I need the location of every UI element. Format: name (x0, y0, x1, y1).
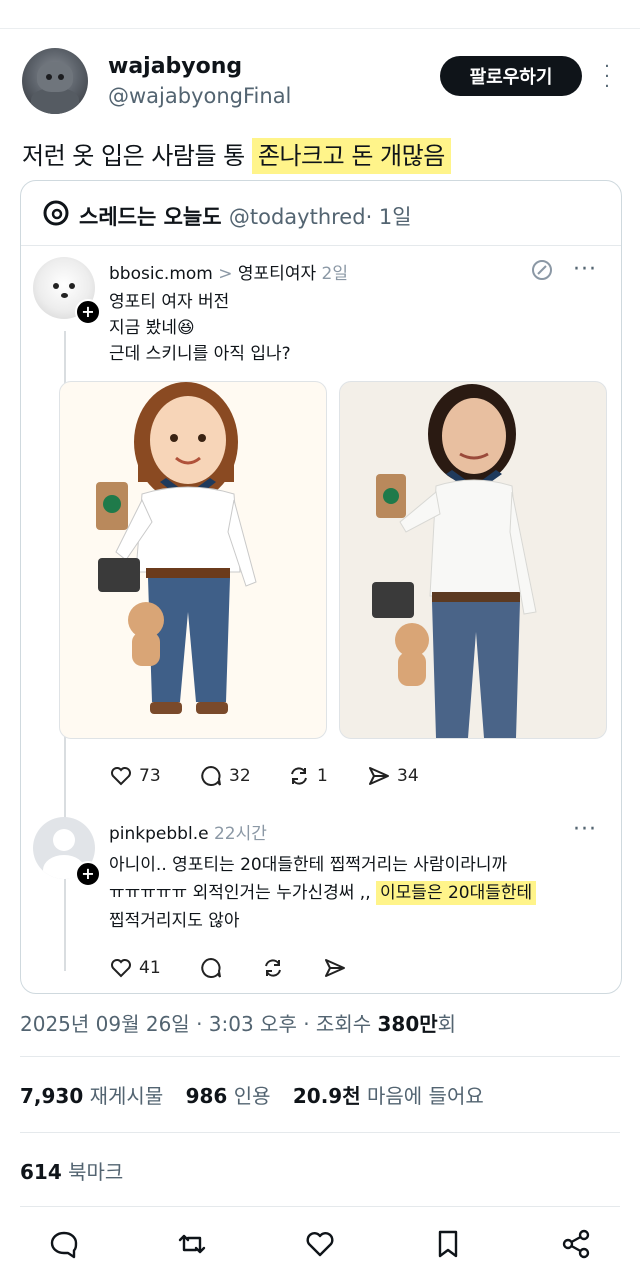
post2-line1: 아니이.. 영포티는 20대들한테 찝쩍거리는 사람이라니까 (109, 855, 508, 875)
quoted-post[interactable]: 스레드는 오늘도 @todaythred· 1일 + bbosic.mom > … (20, 180, 622, 994)
post1-time: 2일 (321, 264, 348, 284)
post1-image-photo[interactable] (339, 381, 607, 739)
post1-like-button[interactable]: 73 (109, 763, 161, 789)
follow-button[interactable]: 팔로우하기 (440, 56, 582, 96)
bookmarks-stat[interactable]: 614 북마크 (20, 1156, 123, 1185)
retweet-icon[interactable] (176, 1228, 208, 1260)
divider (20, 1132, 620, 1133)
post1-topic[interactable]: 영포티여자 (238, 264, 316, 284)
quoted-source: 스레드는 오늘도 @todaythred· 1일 (79, 201, 412, 231)
repost-icon (265, 959, 281, 977)
send-icon (325, 959, 345, 977)
repost-icon (291, 767, 307, 785)
quoted-header: 스레드는 오늘도 @todaythred· 1일 (21, 181, 621, 246)
divider (20, 1056, 620, 1057)
post1-share-button[interactable]: 34 (367, 763, 419, 789)
avatar-eye (58, 74, 64, 80)
quoted-source-time: · 1일 (365, 205, 412, 229)
bookmark-icon[interactable] (432, 1228, 464, 1260)
post2-username[interactable]: pinkpebbl.e (109, 824, 209, 844)
tweet-text: 저런 옷 입은 사람들 통 존나크고 돈 개많음 (22, 136, 451, 174)
post2-repost-button[interactable] (261, 955, 291, 981)
top-bar (0, 0, 640, 29)
post1-more-icon[interactable]: ··· (573, 257, 597, 282)
likes-stat[interactable]: 20.9천 마음에 들어요 (293, 1084, 484, 1108)
quotes-stat[interactable]: 986 인용 (186, 1084, 271, 1108)
like-heart-icon[interactable] (304, 1228, 336, 1260)
post1-line: 지금 봤네😆 (109, 318, 195, 338)
heart-icon (111, 767, 131, 786)
quoted-source-handle: @todaythred (228, 205, 366, 229)
post2-line2-plain: ㅠㅠㅠㅠㅠ 외적인거는 누가신경써 ,, (109, 883, 377, 903)
illustration-woman-art (96, 382, 257, 714)
post2-text: 아니이.. 영포티는 20대들한테 찝쩍거리는 사람이라니까 ㅠㅠㅠㅠㅠ 외적인… (109, 851, 537, 935)
dog-eye (69, 283, 75, 289)
post2-like-button[interactable]: 41 (109, 955, 161, 981)
post1-share-count: 34 (397, 766, 419, 786)
tweet-text-plain: 저런 옷 입은 사람들 통 (22, 142, 252, 170)
author-handle[interactable]: @wajabyongFinal (108, 84, 291, 108)
quoted-source-name: 스레드는 오늘도 (79, 205, 222, 229)
more-options-icon[interactable]: · · · (600, 58, 614, 96)
post2-more-icon[interactable]: ··· (573, 817, 597, 842)
post2-reply-button[interactable] (199, 955, 229, 981)
tweet-date-time[interactable]: 2025년 09월 26일 · 3:03 오후 · 조회수 (20, 1012, 377, 1036)
view-count: 380만 (377, 1012, 438, 1036)
avatar-head-shape (53, 829, 75, 851)
post2-share-button[interactable] (323, 955, 353, 981)
retweets-label: 재게시물 (89, 1084, 164, 1108)
reply-icon[interactable] (48, 1228, 80, 1260)
post1-username[interactable]: bbosic.mom (109, 264, 213, 284)
post2-time: 22시간 (213, 824, 267, 844)
reply-bubble-icon (201, 957, 221, 978)
post1-like-count: 73 (139, 766, 161, 786)
view-suffix: 회 (437, 1012, 457, 1036)
tweet-text-highlight: 존나크고 돈 개많음 (251, 138, 451, 174)
retweets-count: 7,930 (20, 1084, 84, 1108)
heart-icon (111, 959, 131, 978)
dog-nose (61, 293, 68, 298)
post1-header: bbosic.mom > 영포티여자 2일 (109, 259, 348, 284)
share-icon[interactable] (560, 1228, 592, 1260)
engagement-stats: 7,930 재게시물 986 인용 20.9천 마음에 들어요 (20, 1080, 484, 1109)
likes-label: 마음에 들어요 (366, 1084, 484, 1108)
follow-plus-icon[interactable]: + (75, 299, 101, 325)
post1-separator: > (218, 264, 233, 284)
post1-text: 영포티 여자 버전 지금 봤네😆 근데 스키니를 아직 입나? (109, 289, 291, 367)
dog-eye (53, 283, 59, 289)
divider (20, 1206, 620, 1207)
photo-woman-art (372, 384, 537, 738)
post1-image-illustration[interactable] (59, 381, 327, 739)
author-avatar[interactable] (22, 48, 88, 114)
avatar-face-shape (37, 62, 73, 92)
post1-reply-button[interactable]: 32 (199, 763, 251, 789)
post1-repost-button[interactable]: 1 (287, 763, 328, 789)
post1-line: 근데 스키니를 아직 입나? (109, 344, 291, 364)
reply-bubble-icon (201, 765, 221, 786)
likes-count: 20.9천 (292, 1084, 361, 1108)
quotes-label: 인용 (233, 1084, 271, 1108)
post2-like-count: 41 (139, 958, 161, 978)
post2-line2: ㅠㅠㅠㅠㅠ 외적인거는 누가신경써 ,, 이모들은 20대들한테 (109, 879, 537, 907)
send-icon (369, 767, 389, 785)
author-name[interactable]: wajabyong (108, 54, 242, 79)
edit-circle-icon[interactable] (531, 259, 553, 281)
post1-line: 영포티 여자 버전 (109, 292, 230, 312)
avatar-eye (46, 74, 52, 80)
tweet-meta: 2025년 09월 26일 · 3:03 오후 · 조회수 380만회 (20, 1008, 456, 1037)
post2-line3: 찝적거리지도 않아 (109, 911, 240, 931)
post2-header: pinkpebbl.e 22시간 (109, 819, 267, 844)
retweets-stat[interactable]: 7,930 재게시물 (20, 1084, 163, 1108)
threads-logo-icon (43, 200, 69, 226)
post1-reply-count: 32 (229, 766, 251, 786)
follow-plus-icon[interactable]: + (75, 861, 101, 887)
post1-repost-count: 1 (317, 766, 328, 786)
bookmarks-count: 614 (20, 1160, 62, 1184)
quotes-count: 986 (185, 1084, 228, 1108)
post2-line2-highlight: 이모들은 20대들한테 (376, 881, 537, 905)
bookmarks-label: 북마크 (68, 1160, 124, 1184)
